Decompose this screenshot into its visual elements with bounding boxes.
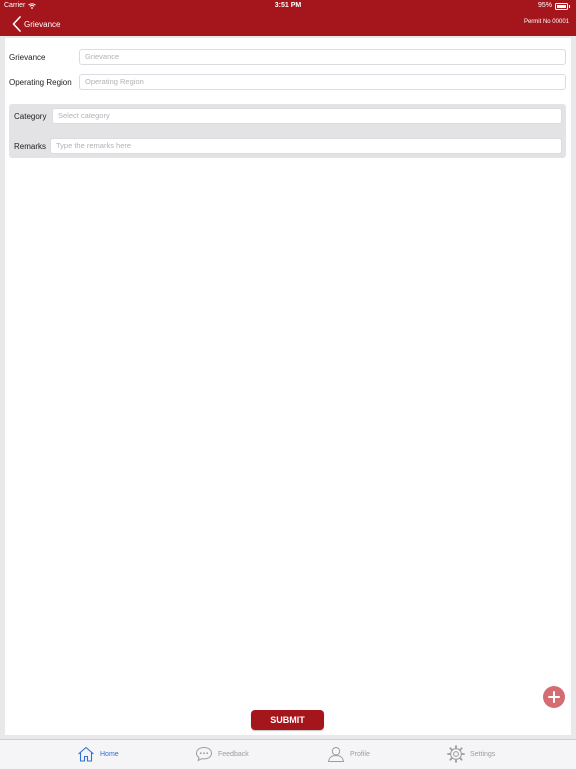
category-row: Category [14,108,46,125]
tab-settings-label: Settings [470,750,496,758]
region-label: Operating Region [9,78,72,87]
permit-number: Permit No 00001 [523,19,569,25]
chevron-left-icon [12,16,21,32]
remarks-field[interactable]: Type the remarks here [50,138,562,154]
category-select[interactable]: Select category [52,108,562,124]
gear-icon [447,745,465,763]
grievance-label: Grievance [9,53,46,62]
grievance-row: Grievance [9,49,45,66]
clock: 3:51 PM [274,2,302,9]
nav-title: Grievance [24,19,61,29]
battery: 95% [538,0,570,12]
battery-percent: 95% [537,2,552,9]
region-row: Operating Region [9,74,72,91]
tab-home-label: Home [100,750,119,758]
tab-feedback-label: Feedback [218,750,249,758]
top-bar: Carrier 3:51 PM 95% Grievance Permit No … [0,0,576,36]
tab-profile[interactable]: Profile [327,744,370,764]
grievance-field[interactable]: Grievance [79,49,566,65]
submit-button[interactable]: SUBMIT [251,710,324,730]
chat-bubble-icon [195,746,213,762]
tab-home[interactable]: Home [77,744,119,764]
navigation-bar: Grievance Permit No 00001 [0,12,576,36]
battery-level [557,4,566,8]
tab-settings[interactable]: Settings [447,744,495,764]
tab-bar: Home Feedback Profile Settings [0,739,576,769]
battery-tip [569,4,570,8]
remarks-label: Remarks [14,142,47,151]
tab-profile-label: Profile [350,750,370,758]
operating-region-field[interactable]: Operating Region [79,74,566,90]
plus-icon [548,691,560,703]
back-button[interactable]: Grievance [12,15,60,33]
category-label: Category [14,112,47,121]
remarks-row: Remarks [14,138,46,155]
category-panel: Category Select category Remarks Type th… [9,104,566,158]
form-card: Grievance Grievance Operating Region Ope… [5,38,571,735]
battery-icon [555,2,568,10]
status-bar: Carrier 3:51 PM 95% [0,0,576,12]
home-icon [78,746,94,762]
profile-icon [328,746,344,762]
add-button[interactable] [543,686,565,708]
tab-feedback[interactable]: Feedback [195,744,249,764]
